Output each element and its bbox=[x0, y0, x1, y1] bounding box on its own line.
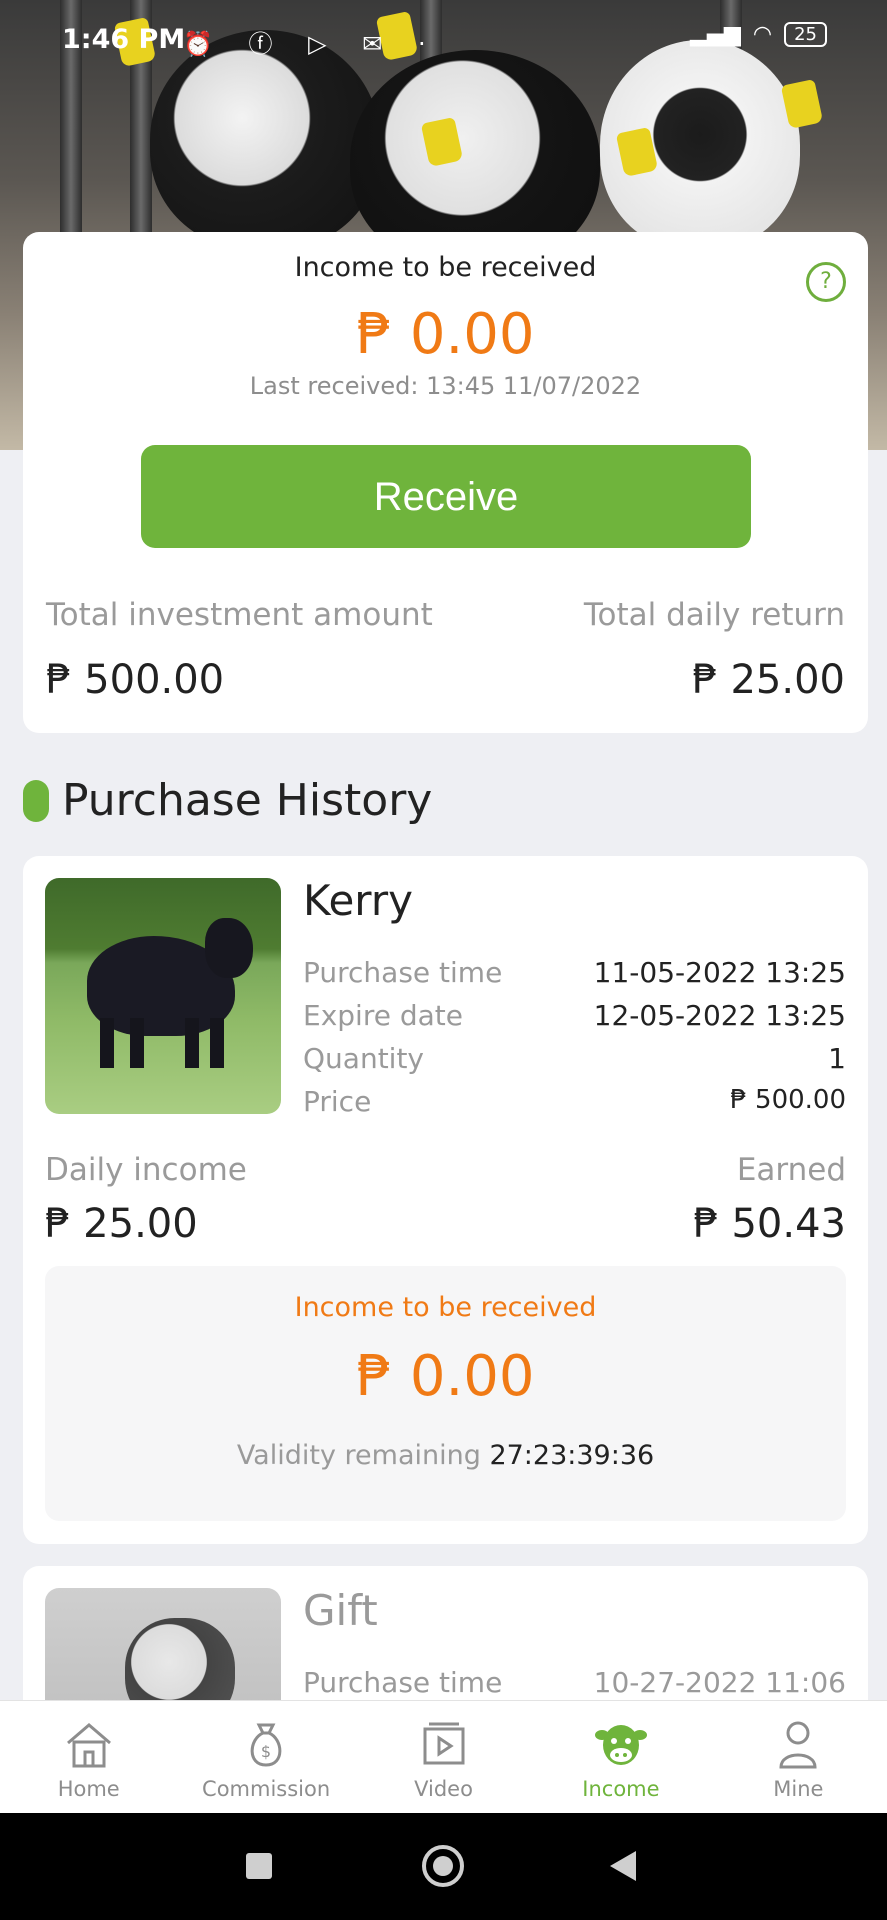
video-icon bbox=[423, 1722, 465, 1765]
validity-label: Validity remaining bbox=[236, 1440, 481, 1471]
bull-photo bbox=[45, 878, 281, 1114]
back-button[interactable] bbox=[610, 1851, 636, 1881]
wifi-icon: ◠ bbox=[752, 22, 773, 47]
help-icon[interactable]: ? bbox=[806, 262, 846, 302]
total-daily-return-label: Total daily return bbox=[583, 597, 845, 633]
purchase-card[interactable]: Kerry Purchase time 11-05-2022 13:25 Exp… bbox=[23, 856, 868, 1544]
nav-label: Home bbox=[57, 1777, 120, 1801]
svg-text:$: $ bbox=[261, 1742, 271, 1761]
status-time: 1:46 PM bbox=[62, 24, 186, 55]
nav-label: Income bbox=[582, 1777, 660, 1801]
money-bag-icon: $ bbox=[250, 1723, 282, 1767]
purchase-time-value: 11-05-2022 13:25 bbox=[593, 956, 846, 989]
earned-value: ₱ 50.43 bbox=[693, 1201, 846, 1247]
receive-button[interactable]: Receive bbox=[141, 445, 751, 548]
product-name: Gift bbox=[303, 1586, 378, 1635]
quantity-label: Quantity bbox=[303, 1042, 424, 1075]
earned-label: Earned bbox=[736, 1152, 846, 1188]
expire-date-value: 12-05-2022 13:25 bbox=[593, 999, 846, 1032]
daily-income-label: Daily income bbox=[45, 1152, 247, 1188]
recents-button[interactable] bbox=[246, 1853, 272, 1879]
quantity-value: 1 bbox=[828, 1042, 846, 1075]
purchase-time-value: 10-27-2022 11:06 bbox=[593, 1666, 846, 1699]
nav-video[interactable]: Video bbox=[355, 1701, 532, 1813]
item-income-title: Income to be received bbox=[294, 1292, 597, 1323]
purchase-time-label: Purchase time bbox=[303, 1666, 503, 1699]
signal-icon: ▂▄▆ bbox=[690, 22, 741, 47]
nav-label: Mine bbox=[773, 1777, 824, 1801]
validity-value: 27:23:39:36 bbox=[489, 1440, 655, 1471]
price-label: Price bbox=[303, 1085, 372, 1118]
cow-face-icon bbox=[594, 1725, 647, 1765]
income-title: Income to be received bbox=[294, 252, 597, 283]
product-name: Kerry bbox=[303, 876, 413, 925]
notification-icons: ⏰ ⓕ ▷ ✉ · bbox=[183, 30, 440, 58]
nav-label: Video bbox=[414, 1777, 473, 1801]
system-nav-bar bbox=[0, 1813, 887, 1920]
purchase-history-title: Purchase History bbox=[62, 775, 433, 826]
price-value: ₱ 500.00 bbox=[730, 1085, 846, 1115]
daily-income-value: ₱ 25.00 bbox=[45, 1201, 198, 1247]
purchase-time-label: Purchase time bbox=[303, 956, 503, 989]
total-investment-value: ₱ 500.00 bbox=[46, 657, 225, 703]
last-received: Last received: 13:45 11/07/2022 bbox=[249, 372, 642, 400]
item-income-panel: Income to be received ₱ 0.00 Validity re… bbox=[45, 1266, 846, 1521]
total-investment-label: Total investment amount bbox=[46, 597, 433, 633]
home-button[interactable] bbox=[422, 1845, 464, 1887]
nav-label: Commission bbox=[202, 1777, 331, 1801]
nav-commission[interactable]: $ Commission bbox=[177, 1701, 354, 1813]
status-bar: 1:46 PM ⏰ ⓕ ▷ ✉ · ▂▄▆ ◠ 25 bbox=[0, 0, 887, 80]
total-daily-return-value: ₱ 25.00 bbox=[692, 657, 845, 703]
nav-home[interactable]: Home bbox=[0, 1701, 177, 1813]
validity-remaining: Validity remaining 27:23:39:36 bbox=[45, 1440, 846, 1471]
nav-income[interactable]: Income bbox=[532, 1701, 709, 1813]
battery-icon: 25 bbox=[784, 22, 827, 47]
bottom-nav: Home $ Commission Video Income Mine bbox=[0, 1700, 887, 1813]
person-icon bbox=[779, 1721, 817, 1769]
system-icons: ▂▄▆ ◠ 25 bbox=[690, 22, 827, 47]
expire-date-label: Expire date bbox=[303, 999, 463, 1032]
section-marker bbox=[23, 780, 49, 822]
income-amount: ₱ 0.00 bbox=[356, 302, 535, 367]
nav-mine[interactable]: Mine bbox=[710, 1701, 887, 1813]
item-income-amount: ₱ 0.00 bbox=[356, 1344, 535, 1409]
home-icon bbox=[66, 1723, 111, 1768]
income-summary-card: Income to be received ? ₱ 0.00 Last rece… bbox=[23, 232, 868, 733]
